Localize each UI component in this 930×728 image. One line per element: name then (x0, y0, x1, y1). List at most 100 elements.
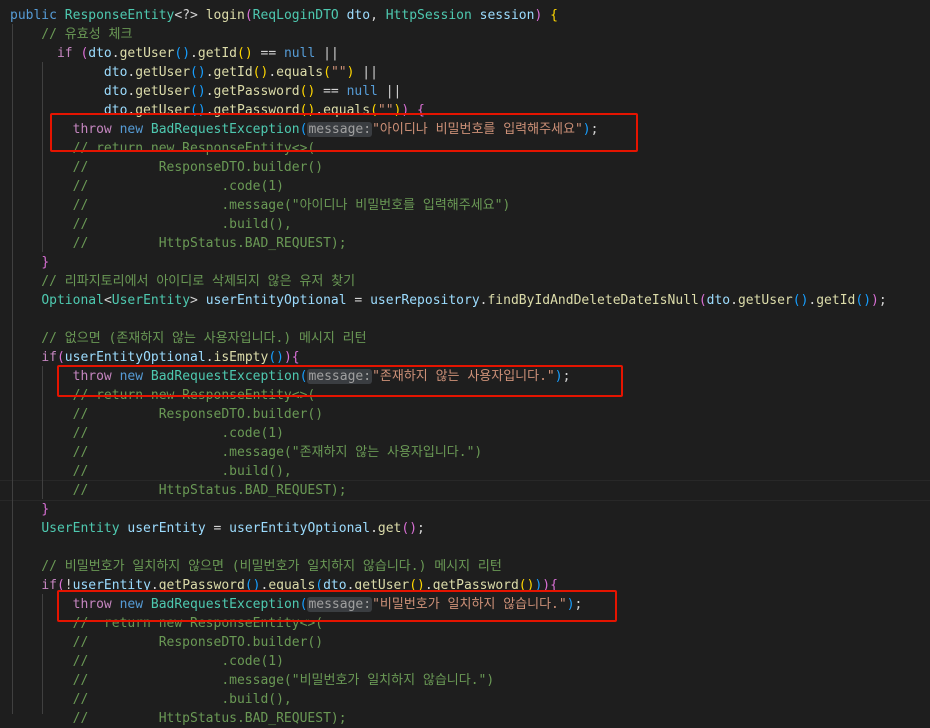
code-token-punct: . (370, 521, 378, 536)
code-line[interactable]: // HttpStatus.BAD_REQUEST); (10, 481, 347, 500)
code-token-brace1: { (550, 8, 558, 23)
code-token-punct: ; (878, 293, 887, 308)
code-token-brace3: ( (792, 293, 801, 308)
code-token-var: userEntity (127, 521, 206, 536)
code-token-punct: . (205, 84, 214, 99)
code-token-punct: = (205, 521, 230, 536)
code-token-control: if (41, 578, 57, 593)
code-line[interactable]: // 유효성 체크 (10, 25, 132, 44)
highlight-box-3 (57, 590, 617, 622)
code-line[interactable]: // 리파지토리에서 아이디로 삭제되지 않은 유저 찾기 (10, 272, 355, 291)
code-token-punct (10, 578, 41, 593)
code-token-brace2: ( (56, 350, 65, 365)
code-line[interactable]: // .build(), (10, 462, 292, 481)
code-line[interactable]: // .message("비밀번호가 일치하지 않습니다.") (10, 671, 495, 690)
code-token-punct: . (205, 65, 214, 80)
code-token-punct (10, 84, 104, 99)
code-line[interactable]: // .message("아이디나 비밀번호를 입력해주세요") (10, 196, 511, 215)
code-token-punct: < (103, 293, 112, 308)
code-token-brace3: ) (197, 84, 206, 99)
code-token-type: UserEntity (111, 293, 191, 308)
highlight-box-1 (50, 113, 638, 152)
code-token-type: Optional (41, 293, 104, 308)
code-token-punct: || (315, 46, 339, 61)
code-token-punct: || (377, 84, 402, 99)
code-token-func: getId (213, 65, 253, 80)
code-line[interactable]: // .build(), (10, 690, 292, 709)
code-token-brace2: } (41, 502, 50, 517)
code-line[interactable]: // .build(), (10, 215, 292, 234)
code-line[interactable]: // HttpStatus.BAD_REQUEST); (10, 709, 347, 728)
code-token-punct: . (111, 46, 120, 61)
code-line[interactable]: // .code(1) (10, 652, 284, 671)
code-token-punct: = (346, 293, 371, 308)
code-line[interactable]: // .code(1) (10, 177, 284, 196)
code-line[interactable]: if (dto.getUser().getId() == null || (10, 44, 339, 63)
code-token-type: ReqLoginDTO (252, 8, 347, 23)
code-token-var: session (479, 8, 535, 23)
code-token-func: getId (197, 46, 238, 61)
code-token-punct (10, 65, 104, 80)
code-token-func: getPassword (213, 84, 300, 99)
code-token-type: HttpSession (385, 8, 480, 23)
code-token-control: if (41, 350, 57, 365)
code-token-comment: // .code(1) (10, 179, 284, 194)
code-line[interactable]: // .code(1) (10, 424, 284, 443)
code-token-var: userEntityOptional (64, 350, 206, 365)
code-token-var: userRepository (370, 293, 480, 308)
code-token-func: get (377, 521, 402, 536)
code-token-comment: // 없으면 (존재하지 않는 사용자입니다.) 메시지 리턴 (10, 331, 367, 346)
code-line[interactable]: // .message("존재하지 않는 사용자입니다.") (10, 443, 483, 462)
code-line[interactable]: } (10, 500, 49, 519)
code-token-comment: // HttpStatus.BAD_REQUEST); (10, 711, 347, 726)
code-token-brace3: ) (863, 293, 872, 308)
code-line[interactable]: public ResponseEntity<?> login(ReqLoginD… (10, 6, 558, 25)
code-line[interactable]: Optional<UserEntity> userEntityOptional … (10, 291, 887, 310)
code-token-punct: , (370, 8, 386, 23)
code-token-var: dto (706, 293, 731, 308)
code-token-comment: // HttpStatus.BAD_REQUEST); (10, 483, 347, 498)
code-token-brace3: ( (268, 350, 277, 365)
code-token-var: userEntityOptional (229, 521, 371, 536)
code-token-comment: // .build(), (10, 217, 292, 232)
code-editor[interactable]: public ResponseEntity<?> login(ReqLoginD… (0, 0, 930, 726)
code-line[interactable]: // ResponseDTO.builder() (10, 405, 323, 424)
code-token-var: dto (103, 65, 128, 80)
code-token-comment: // .message("비밀번호가 일치하지 않습니다.") (10, 673, 495, 688)
code-line[interactable]: UserEntity userEntity = userEntityOption… (10, 519, 425, 538)
code-token-punct (10, 46, 57, 61)
code-line[interactable]: } (10, 253, 49, 272)
code-token-brace1: ( (237, 46, 245, 61)
code-token-punct: || (354, 65, 378, 80)
code-token-brace3: ) (276, 350, 284, 365)
code-token-comment: // .code(1) (10, 654, 284, 669)
code-token-func: getId (816, 293, 856, 308)
code-token-comment: // 리파지토리에서 아이디로 삭제되지 않은 유저 찾기 (10, 274, 356, 289)
code-line[interactable]: dto.getUser().getPassword() == null || (10, 82, 401, 101)
code-token-comment: // .code(1) (10, 426, 284, 441)
code-line[interactable]: dto.getUser().getId().equals("") || (10, 63, 378, 82)
code-line[interactable]: // ResponseDTO.builder() (10, 158, 323, 177)
code-token-brace2: ) (871, 293, 879, 308)
code-line[interactable]: // ResponseDTO.builder() (10, 633, 323, 652)
code-token-keyword: public (10, 8, 65, 23)
code-token-punct: > (190, 293, 206, 308)
code-token-comment: // .build(), (10, 464, 292, 479)
code-token-punct: . (190, 46, 198, 61)
code-token-func: login (205, 8, 245, 23)
code-line[interactable]: // HttpStatus.BAD_REQUEST); (10, 234, 347, 253)
code-token-var: userEntityOptional (205, 293, 347, 308)
code-line[interactable]: // 비밀번호가 일치하지 않으면 (비밀번호가 일치하지 않습니다.) 메시지… (10, 557, 502, 576)
code-token-brace2: ) (534, 8, 551, 23)
code-token-punct: . (730, 293, 738, 308)
code-token-func: getUser (135, 65, 191, 80)
code-token-comment: // ResponseDTO.builder() (10, 407, 324, 422)
code-token-brace3: ) (182, 46, 191, 61)
highlight-box-2 (57, 365, 623, 397)
code-token-var: dto (88, 46, 112, 61)
code-token-punct: <?> (174, 8, 206, 23)
code-token-comment: // .message("아이디나 비밀번호를 입력해주세요") (10, 198, 511, 213)
code-token-keyword: null (346, 84, 378, 99)
code-line[interactable]: // 없으면 (존재하지 않는 사용자입니다.) 메시지 리턴 (10, 329, 367, 348)
code-token-func: getUser (135, 84, 191, 99)
